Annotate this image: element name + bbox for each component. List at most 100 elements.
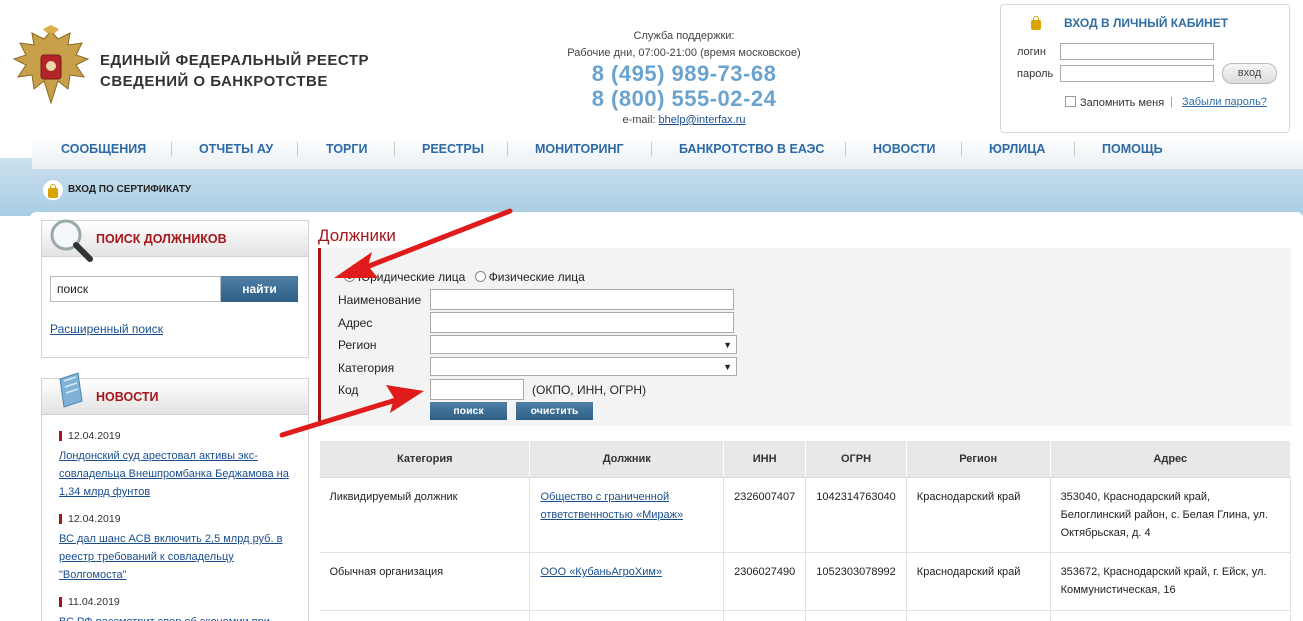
debtor-link[interactable]: ООО «КубаньАгроХим» [540,566,662,578]
login-separator: | [1170,96,1173,108]
news-box: НОВОСТИ 12.04.2019 Лондонский суд аресто… [41,372,309,621]
lock-icon [1031,16,1041,30]
support-hours: Рабочие дни, 07:00-21:00 (время московск… [567,47,801,59]
cell-ogrn: 1052303078992 [805,552,907,611]
address-input[interactable] [430,312,734,333]
password-label: пароль [1017,68,1054,80]
login-label: логин [1017,46,1046,58]
nav-separator [171,142,172,156]
nav-separator [651,142,652,156]
news-link[interactable]: Лондонский суд арестовал активы экс-совл… [59,447,289,501]
col-address: Адрес [1049,440,1292,478]
news-date: 12.04.2019 [59,431,289,441]
nav-separator [1074,142,1075,156]
certificate-icon-wrap[interactable] [42,179,64,201]
nav-registries[interactable]: РЕЕСТРЫ [422,142,484,156]
forgot-password-link[interactable]: Забыли пароль? [1182,96,1267,108]
news-link[interactable]: ВС РФ рассмотрит спор об экономии при [59,613,289,621]
site-title-line2: СВЕДЕНИЙ О БАНКРОТСТВЕ [100,73,328,90]
advanced-search-link[interactable]: Расширенный поиск [50,322,163,336]
debtor-search-input[interactable]: поиск [50,276,221,302]
nav-separator [845,142,846,156]
nav-help[interactable]: ПОМОЩЬ [1102,142,1163,156]
support-label: Служба поддержки: [633,30,735,42]
code-hint: (ОКПО, ИНН, ОГРН) [532,383,647,397]
email-prefix: e-mail: [622,114,656,126]
nav-separator [394,142,395,156]
col-debtor: Должник [529,440,725,478]
radio-individuals[interactable] [474,271,486,282]
phone-1: 8 (495) 989-73-68 [591,61,777,86]
col-region: Регион [905,440,1051,478]
nav-news[interactable]: НОВОСТИ [873,142,936,156]
debtor-search-header: ПОИСК ДОЛЖНИКОВ [42,219,308,262]
cell-inn: 2306027490 [723,552,807,611]
table-row: Обычная организация ООО «КубаньАгроХим» … [319,552,1292,611]
coat-of-arms-logo [12,25,90,105]
news-item: 12.04.2019 ВС дал шанс АСВ включить 2,5 … [59,514,289,584]
news-link[interactable]: ВС дал шанс АСВ включить 2,5 млрд руб. в… [59,530,289,584]
cell-debtor: ООО «КубаньАгроХим» [529,552,725,611]
category-select[interactable]: ▼ [430,357,737,376]
remember-label: Запомнить меня [1080,97,1165,109]
nav-reports[interactable]: ОТЧЕТЫ АУ [199,142,273,156]
nav-auctions[interactable]: ТОРГИ [326,142,367,156]
login-title: ВХОД В ЛИЧНЫЙ КАБИНЕТ [1064,16,1229,30]
cell-inn: 2326007407 [723,477,807,553]
certificate-lock-icon [48,184,58,198]
nav-separator [507,142,508,156]
debtors-table: Категория Должник ИНН ОГРН Регион Адрес … [318,440,1292,621]
nav-separator [297,142,298,156]
email-link[interactable]: bhelp@interfax.ru [659,114,746,126]
chevron-down-icon: ▼ [723,362,732,372]
remember-checkbox[interactable] [1065,96,1076,107]
nav-messages[interactable]: СООБЩЕНИЯ [61,142,146,156]
debtor-search-box: ПОИСК ДОЛЖНИКОВ поиск найти Расширенный … [41,219,309,358]
cell-address: 353672, Краснодарский край, г. Ейск, ул.… [1050,552,1292,611]
col-ogrn: ОГРН [805,440,907,478]
nav-separator [961,142,962,156]
login-button[interactable]: вход [1222,63,1277,84]
site-title-line1: ЕДИНЫЙ ФЕДЕРАЛЬНЫЙ РЕЕСТР [100,52,370,69]
news-item: 12.04.2019 Лондонский суд арестовал акти… [59,431,289,501]
cell-category: Обычная организация [319,552,531,611]
nav-monitoring[interactable]: МОНИТОРИНГ [535,142,624,156]
cell-debtor: Общество с граниченной ответственностью … [529,477,725,553]
radio-legal-label: Юридические лица [358,270,466,284]
certificate-login-link[interactable]: ВХОД ПО СЕРТИФИКАТУ [68,184,191,195]
cell-empty [723,610,807,621]
email-line: e-mail: bhelp@interfax.ru [540,114,828,126]
search-button[interactable]: поиск [430,402,507,420]
magnifier-icon [50,219,93,262]
password-input[interactable] [1060,65,1214,82]
news-date: 12.04.2019 [59,514,289,524]
cell-ogrn: 1042314763040 [805,477,907,553]
address-label: Адрес [338,316,373,330]
name-input[interactable] [430,289,734,310]
nav-eaeu[interactable]: БАНКРОТСТВО В ЕАЭС [679,142,824,156]
code-label: Код [338,383,359,397]
login-box: ВХОД В ЛИЧНЫЙ КАБИНЕТ логин пароль вход … [1000,4,1290,133]
table-row: Ликвидируемый должник Общество с граниче… [319,477,1292,553]
region-select[interactable]: ▼ [430,335,737,354]
news-title: НОВОСТИ [96,390,159,404]
name-label: Наименование [338,293,422,307]
radio-legal-entities[interactable] [344,271,355,282]
nav-legal-entities[interactable]: ЮРЛИЦА [989,142,1045,156]
col-inn: ИНН [723,440,807,478]
radio-individuals-label: Физические лица [488,270,585,284]
cell-empty [1050,610,1292,621]
clear-button[interactable]: очистить [516,402,593,420]
debtor-search-button[interactable]: найти [221,276,298,302]
code-input[interactable] [430,379,524,400]
chevron-down-icon: ▼ [723,340,732,350]
site-title: ЕДИНЫЙ ФЕДЕРАЛЬНЫЙ РЕЕСТР СВЕДЕНИЙ О БАН… [100,50,369,92]
news-header: НОВОСТИ [42,372,308,415]
debtor-type-selector: Юридические лица Физические лица [344,270,585,284]
login-input[interactable] [1060,43,1214,60]
region-label: Регион [338,338,377,352]
cell-empty [906,610,1051,621]
debtor-link[interactable]: Общество с граниченной ответственностью … [540,491,683,521]
main-nav: СООБЩЕНИЯ ОТЧЕТЫ АУ ТОРГИ РЕЕСТРЫ МОНИТО… [32,136,1303,170]
remember-me[interactable]: Запомнить меня [1065,96,1164,109]
